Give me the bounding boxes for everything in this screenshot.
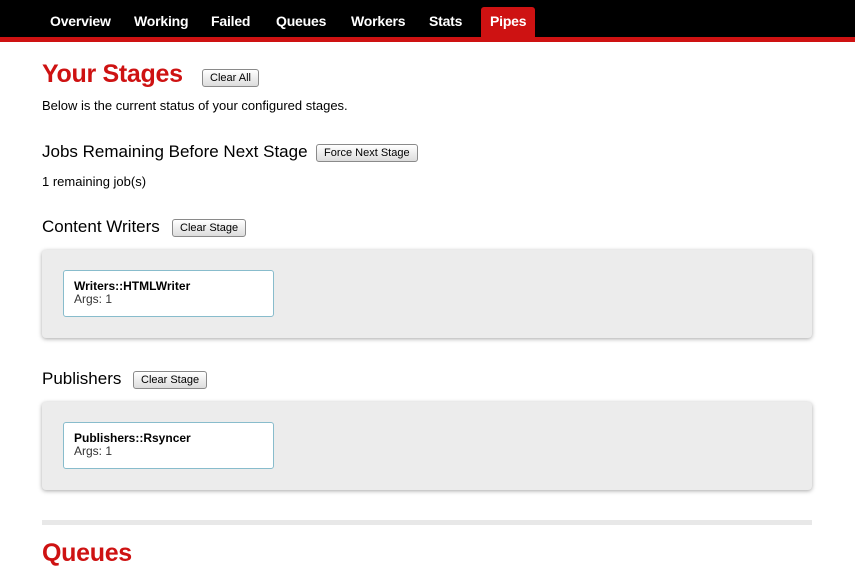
top-nav: Overview Working Failed Queues Workers S… [0, 0, 855, 42]
page-title: Your Stages [42, 60, 183, 88]
jobs-remaining-heading: Jobs Remaining Before Next Stage [42, 142, 308, 161]
tab-overview[interactable]: Overview [42, 7, 119, 37]
tab-pipes[interactable]: Pipes [481, 7, 536, 37]
content-writers-heading: Content Writers [42, 217, 160, 236]
tab-queues[interactable]: Queues [268, 7, 334, 37]
clear-stage-button[interactable]: Clear Stage [133, 371, 208, 389]
job-card[interactable]: Writers::HTMLWriter Args: 1 [63, 270, 274, 317]
tab-working[interactable]: Working [126, 7, 196, 37]
remaining-jobs-count: 1 remaining job(s) [42, 174, 147, 189]
queues-title: Queues [42, 539, 132, 567]
clear-stage-button[interactable]: Clear Stage [172, 219, 247, 237]
job-args: Args: 1 [74, 292, 113, 306]
force-next-stage-button[interactable]: Force Next Stage [316, 144, 418, 162]
job-card[interactable]: Publishers::Rsyncer Args: 1 [63, 422, 274, 469]
section-divider [42, 520, 812, 525]
publishers-heading: Publishers [42, 369, 122, 388]
content-writers-stage: Writers::HTMLWriter Args: 1 [42, 250, 812, 338]
tab-failed[interactable]: Failed [203, 7, 258, 37]
stages-description: Below is the current status of your conf… [42, 98, 348, 113]
tab-stats[interactable]: Stats [421, 7, 470, 37]
clear-all-button[interactable]: Clear All [202, 69, 259, 87]
job-args: Args: 1 [74, 444, 113, 458]
publishers-stage: Publishers::Rsyncer Args: 1 [42, 402, 812, 490]
tab-workers[interactable]: Workers [343, 7, 413, 37]
